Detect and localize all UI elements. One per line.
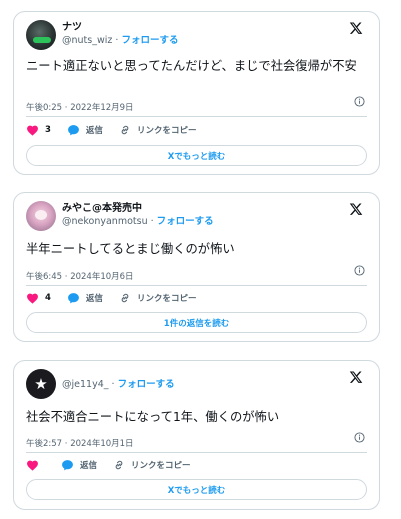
copy-link-button[interactable]: リンクをコピー <box>113 459 191 471</box>
handle[interactable]: @nekonyanmotsu <box>62 216 148 227</box>
x-logo-icon[interactable] <box>349 370 363 384</box>
read-more-button[interactable]: Xでもっと読む <box>26 479 367 500</box>
reply-label: 返信 <box>85 294 103 304</box>
divider <box>26 285 367 286</box>
like-count: 3 <box>45 125 51 135</box>
heart-icon <box>27 125 38 136</box>
reply-button[interactable]: 返信 <box>67 124 103 136</box>
heart-icon <box>27 293 38 304</box>
reply-button[interactable]: 返信 <box>67 292 103 304</box>
avatar[interactable] <box>26 201 56 231</box>
link-icon <box>121 293 129 303</box>
reply-button[interactable]: 返信 <box>61 459 97 471</box>
divider <box>26 116 367 117</box>
display-name[interactable]: みやこ@本発売中 <box>62 202 214 215</box>
timestamp[interactable]: 午後0:25 · 2022年12月9日 <box>26 103 134 113</box>
divider <box>26 452 367 453</box>
follow-button[interactable]: フォローする <box>121 35 178 46</box>
handle-line: @nekonyanmotsu · フォローする <box>62 215 214 229</box>
action-bar: 4 返信 リンクをコピー <box>26 290 367 306</box>
tweet-header: ナツ @nuts_wiz · フォローする <box>26 20 367 52</box>
action-bar: 返信 リンクをコピー <box>26 457 367 473</box>
handle-line: @je11y4_ · フォローする <box>62 378 175 392</box>
tweet-text: ニート適正ないと思ってたんだけど、まじで社会復帰が不安 <box>26 59 357 73</box>
read-replies-button[interactable]: 1件の返信を読む <box>26 312 367 333</box>
separator: · <box>108 379 118 390</box>
tweet-text: 社会不適合ニートになって1年、働くのが怖い <box>26 410 280 424</box>
star-icon: ★ <box>34 374 48 393</box>
like-button[interactable]: 4 <box>26 292 51 304</box>
copy-link-label: リンクをコピー <box>136 126 197 136</box>
like-count: 4 <box>45 293 51 303</box>
author-info: ナツ @nuts_wiz · フォローする <box>62 21 178 48</box>
info-icon[interactable] <box>354 96 365 107</box>
like-button[interactable] <box>26 459 45 471</box>
tweet-header: ★ @je11y4_ · フォローする <box>26 369 367 401</box>
x-logo-icon[interactable] <box>349 21 363 35</box>
tweet-header: みやこ@本発売中 @nekonyanmotsu · フォローする <box>26 201 367 233</box>
tweet-meta: 午後0:25 · 2022年12月9日 <box>26 95 367 113</box>
heart-icon <box>27 460 38 471</box>
separator: · <box>147 216 157 227</box>
link-icon <box>115 460 123 470</box>
avatar[interactable]: ★ <box>26 369 56 399</box>
author-info: @je11y4_ · フォローする <box>62 378 175 392</box>
read-more-button[interactable]: Xでもっと読む <box>26 145 367 166</box>
tweet-card[interactable]: ★ @je11y4_ · フォローする 社会不適合ニートになって1年、働くのが怖… <box>13 360 380 510</box>
reply-label: 返信 <box>85 126 103 136</box>
like-button[interactable]: 3 <box>26 124 51 136</box>
display-name[interactable]: ナツ <box>62 21 178 34</box>
tweet-text: 半年ニートしてるとまじ働くのが怖い <box>26 242 235 256</box>
handle[interactable]: @nuts_wiz <box>62 35 112 46</box>
handle[interactable]: @je11y4_ <box>62 379 109 390</box>
tweet-meta: 午後6:45 · 2024年10月6日 <box>26 264 367 282</box>
tweet-card[interactable]: ナツ @nuts_wiz · フォローする ニート適正ないと思ってたんだけど、ま… <box>13 11 380 175</box>
reply-label: 返信 <box>80 461 98 471</box>
author-info: みやこ@本発売中 @nekonyanmotsu · フォローする <box>62 202 214 229</box>
link-icon <box>121 125 129 135</box>
tweet-meta: 午後2:57 · 2024年10月1日 <box>26 431 367 449</box>
action-bar: 3 返信 リンクをコピー <box>26 122 367 138</box>
timestamp[interactable]: 午後6:45 · 2024年10月6日 <box>26 272 134 282</box>
avatar[interactable] <box>26 20 56 50</box>
tweet-card[interactable]: みやこ@本発売中 @nekonyanmotsu · フォローする 半年ニートして… <box>13 192 380 342</box>
follow-button[interactable]: フォローする <box>157 216 214 227</box>
reply-bubble-icon <box>68 125 79 136</box>
x-logo-icon[interactable] <box>349 202 363 216</box>
info-icon[interactable] <box>354 432 365 443</box>
follow-button[interactable]: フォローする <box>118 379 175 390</box>
copy-link-label: リンクをコピー <box>131 461 191 471</box>
timestamp[interactable]: 午後2:57 · 2024年10月1日 <box>26 439 134 449</box>
info-icon[interactable] <box>354 265 365 276</box>
copy-link-button[interactable]: リンクをコピー <box>119 292 197 304</box>
handle-line: @nuts_wiz · フォローする <box>62 34 178 48</box>
copy-link-button[interactable]: リンクをコピー <box>119 124 197 136</box>
reply-bubble-icon <box>62 460 73 471</box>
reply-bubble-icon <box>68 293 79 304</box>
copy-link-label: リンクをコピー <box>136 294 197 304</box>
